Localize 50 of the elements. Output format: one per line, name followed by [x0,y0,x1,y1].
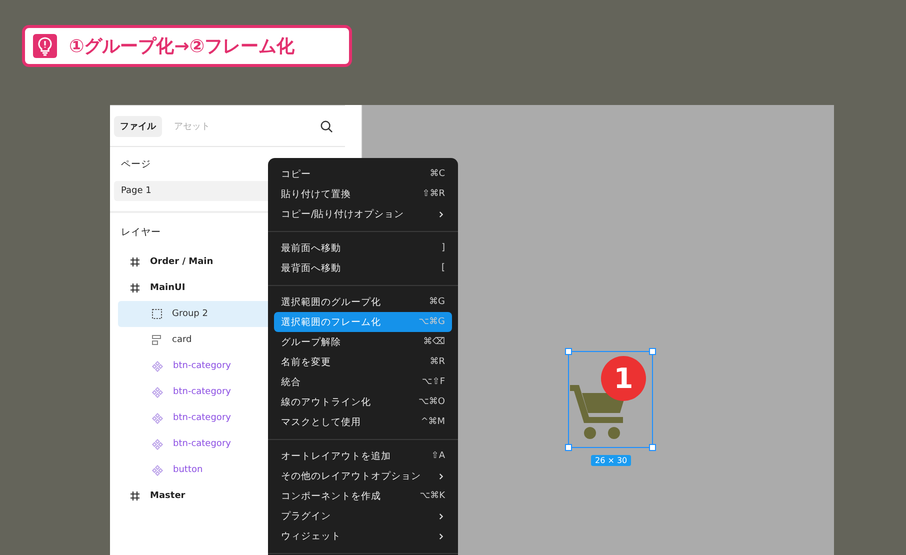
shortcut-label: ⌘⌫ [423,337,445,347]
lightbulb-icon [33,34,57,58]
group-icon [152,309,162,319]
search-icon[interactable] [320,120,333,132]
chevron-right-icon [439,472,444,480]
component-icon [152,438,163,450]
menu-item[interactable]: コピー/貼り付けオプション [274,204,452,224]
menu-item[interactable]: コピー ⌘C [274,164,452,184]
shortcut-label: ⌥⌘O [418,397,445,407]
frame-icon [130,257,140,267]
shortcut-label: ⌥⌘K [420,491,445,501]
chevron-right-icon [439,532,444,540]
shortcut-label: ⌘C [430,169,445,179]
menu-item[interactable]: ウィジェット [274,526,452,546]
shortcut-label: ⌘G [429,297,445,307]
notification-badge: 1 [601,356,646,401]
shortcut-label: ^⌘M [420,417,445,427]
menu-item[interactable]: 名前を変更 ⌘R [274,352,452,372]
chevron-right-icon [439,512,444,520]
layout-icon [152,335,162,345]
frame-icon [130,491,140,501]
shortcut-label: ⇧⌘R [422,189,445,199]
dimensions-label: 26 × 30 [591,455,632,466]
selection-box[interactable] [568,351,653,448]
menu-item[interactable]: 最背面へ移動 [ [274,258,452,278]
chevron-right-icon [439,210,444,218]
menu-item[interactable]: 統合 ⌥⇧F [274,372,452,392]
menu-item[interactable]: オートレイアウトを追加 ⇧A [274,446,452,466]
shortcut-label: ] [441,243,445,253]
menu-item[interactable]: コンポーネントを作成 ⌥⌘K [274,486,452,506]
frame-icon [130,283,140,293]
banner-title: ①グループ化→②フレーム化 [69,35,295,58]
menu-item[interactable]: その他のレイアウトオプション [274,466,452,486]
menu-item[interactable]: マスクとして使用 ^⌘M [274,412,452,432]
section-header: レイヤー [121,226,161,238]
panel-tab[interactable]: ファイル [114,116,162,136]
component-icon [152,412,163,424]
shortcut-label: ⌥⌘G [418,317,445,327]
component-icon [152,386,163,398]
shortcut-label: ⌥⇧F [422,377,445,387]
menu-item[interactable]: プラグイン [274,506,452,526]
shortcut-label: ⇧A [431,451,445,461]
shortcut-label: [ [441,263,445,273]
menu-item[interactable]: 最前面へ移動 ] [274,238,452,258]
component-icon [152,360,163,372]
section-header: ページ [121,158,151,170]
menu-item[interactable]: 線のアウトライン化 ⌥⌘O [274,392,452,412]
shortcut-label: ⌘R [430,357,445,367]
component-icon [152,464,163,476]
menu-item[interactable]: グループ解除 ⌘⌫ [274,332,452,352]
